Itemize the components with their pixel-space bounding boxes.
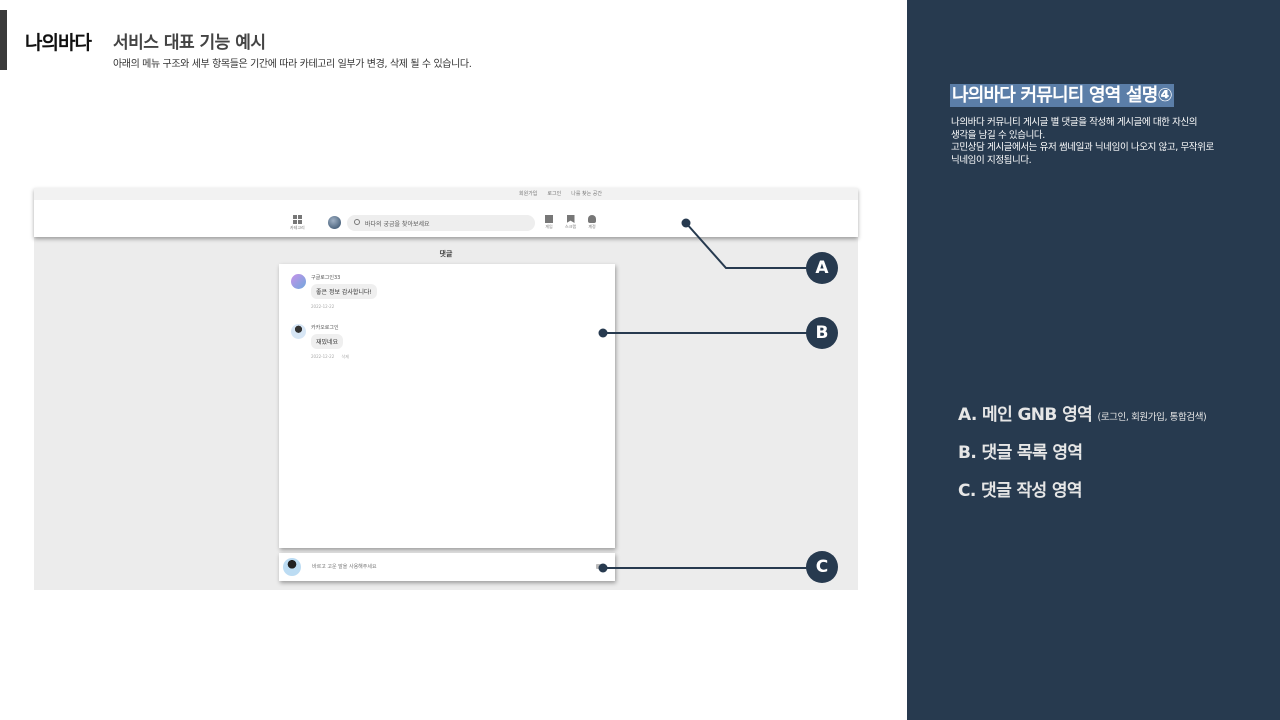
- callout-badge-a: A: [806, 252, 838, 284]
- description-line: 나의바다 커뮤니티 게시글 별 댓글을 작성해 게시글에 대한 자신의: [951, 117, 1198, 128]
- avatar: [283, 558, 301, 576]
- account-button[interactable]: 계정: [588, 215, 597, 230]
- avatar: [291, 274, 306, 289]
- category-menu-button[interactable]: 카테고리: [290, 215, 305, 231]
- game-button[interactable]: 게임: [545, 215, 553, 230]
- legend-item-c: C. 댓글 작성 영역: [958, 476, 1206, 501]
- description-line: 고민상담 게시글에서는 유저 썸네일과 닉네임이 나오지 않고, 무작위로: [951, 142, 1214, 153]
- comment-author: 구글로그인33: [311, 275, 341, 281]
- send-icon[interactable]: [596, 564, 601, 569]
- description-line: 닉네임이 지정됩니다.: [951, 154, 1032, 166]
- description-line: 생각을 남길 수 있습니다.: [951, 129, 1045, 141]
- panel-description: 나의바다 커뮤니티 게시글 별 댓글을 작성해 게시글에 대한 자신의 생각을 …: [951, 117, 1261, 167]
- panel-title: 나의바다 커뮤니티 영역 설명④: [950, 84, 1174, 107]
- grid-icon: [292, 215, 302, 224]
- comment-write-area: 바르고 고운 말을 사용해주세요: [279, 553, 615, 581]
- legend-note: (로그인, 회원가입, 통합검색): [1097, 412, 1207, 423]
- comment-text: 재밌네요: [311, 334, 344, 349]
- comment-date: 2022-12-22: [311, 304, 335, 309]
- mypage-link[interactable]: 나를 찾는 공간: [571, 190, 602, 197]
- gnb: 회원가입 로그인 나를 찾는 공간 카테고리 바다의 궁금을 찾아보세요 게임: [34, 188, 858, 237]
- comment-input[interactable]: 바르고 고운 말을 사용해주세요: [312, 563, 377, 570]
- legend-item-b: B. 댓글 목록 영역: [958, 438, 1206, 463]
- comment-meta: 2022-12-22 삭제: [311, 354, 349, 360]
- account-label: 계정: [588, 224, 596, 229]
- search-placeholder: 바다의 궁금을 찾아보세요: [365, 221, 430, 228]
- category-label: 카테고리: [290, 225, 305, 230]
- person-icon: [588, 215, 597, 223]
- gnb-top-links: 회원가입 로그인 나를 찾는 공간: [519, 190, 602, 197]
- gnb-topbar: 회원가입 로그인 나를 찾는 공간: [34, 188, 858, 200]
- login-link[interactable]: 로그인: [547, 190, 561, 197]
- signup-link[interactable]: 회원가입: [519, 190, 537, 197]
- legend-item-a: A. 메인 GNB 영역 (로그인, 회원가입, 통합검색): [958, 400, 1207, 425]
- legend-label: A. 메인 GNB 영역: [958, 405, 1093, 425]
- comment-date: 2022-12-22: [311, 354, 335, 359]
- description-panel: 나의바다 커뮤니티 영역 설명④ 나의바다 커뮤니티 게시글 별 댓글을 작성해…: [907, 0, 1280, 720]
- legend-label: B. 댓글 목록 영역: [958, 443, 1083, 463]
- scrap-label: 스크랩: [565, 224, 577, 229]
- slide: 나의바다 서비스 대표 기능 예시 아래의 메뉴 구조와 세부 항목들은 기간에…: [0, 0, 1280, 720]
- page-subtitle: 아래의 메뉴 구조와 세부 항목들은 기간에 따라 카테고리 일부가 변경, 삭…: [113, 59, 472, 70]
- accent-bar: [0, 10, 7, 70]
- search-icon: [354, 219, 360, 225]
- gnb-icon-group: 게임 스크랩 계정: [545, 215, 597, 230]
- search-input[interactable]: 바다의 궁금을 찾아보세요: [347, 215, 535, 231]
- logo[interactable]: [328, 216, 341, 229]
- page-title: 서비스 대표 기능 예시: [113, 33, 266, 53]
- brand-title: 나의바다: [25, 32, 92, 54]
- legend-label: C. 댓글 작성 영역: [958, 481, 1083, 501]
- callout-badge-c: C: [806, 551, 838, 583]
- game-label: 게임: [545, 224, 553, 229]
- delete-link[interactable]: 삭제: [342, 354, 349, 359]
- callout-badge-b: B: [806, 317, 838, 349]
- image-icon: [545, 215, 553, 223]
- scrap-button[interactable]: 스크랩: [565, 215, 576, 230]
- comment-author: 카카오로그인: [311, 325, 339, 331]
- avatar: [291, 324, 306, 339]
- legend: A. 메인 GNB 영역 (로그인, 회원가입, 통합검색) B. 댓글 목록 …: [958, 400, 1207, 514]
- comment-section-title: 댓글: [439, 250, 453, 258]
- app-mockup: 댓글 구글로그인33 좋은 정보 감사합니다! 2022-12-22 카카오로그…: [34, 188, 858, 590]
- bookmark-icon: [566, 215, 575, 223]
- comment-text: 좋은 정보 감사합니다!: [311, 284, 377, 299]
- comment-list: 구글로그인33 좋은 정보 감사합니다! 2022-12-22 카카오로그인 재…: [279, 264, 615, 548]
